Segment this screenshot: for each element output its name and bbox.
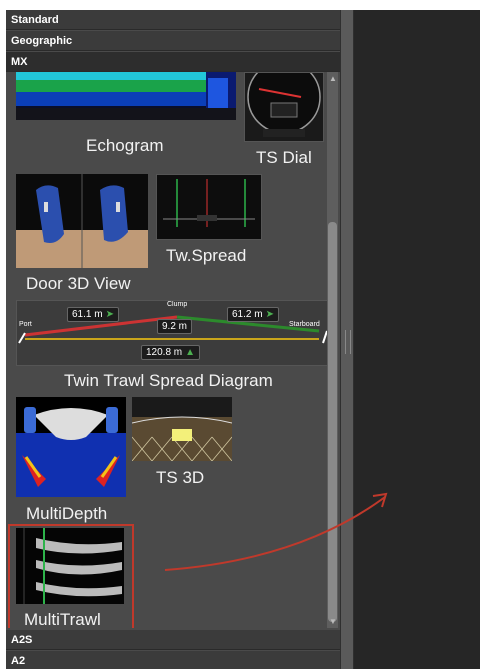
drag-arrow-overlay: [164, 492, 388, 571]
drag-arrow-icon: [164, 496, 386, 571]
